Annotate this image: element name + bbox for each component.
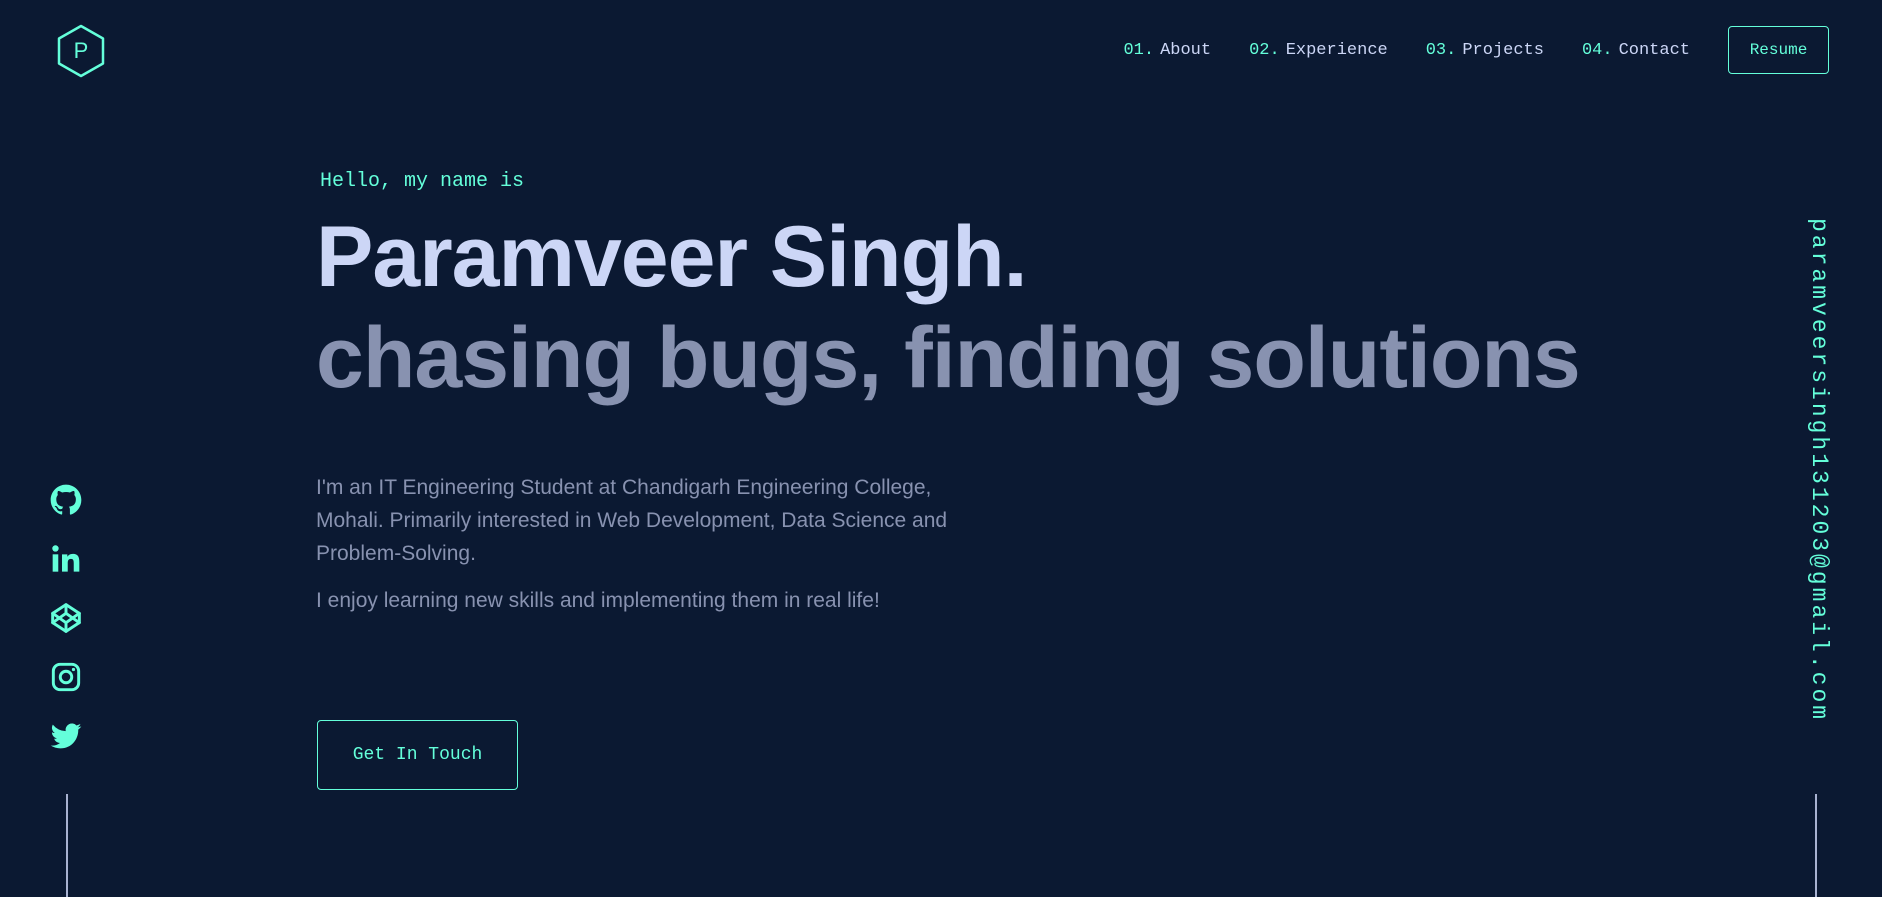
hero-tagline: chasing bugs, finding solutions [316,310,1581,406]
nav-item-number: 01. [1123,40,1155,60]
nav-item-label: Projects [1462,40,1544,60]
hero-description: I'm an IT Engineering Student at Chandig… [316,476,948,565]
hero-section: Hello, my name is Paramveer Singh. chasi… [316,170,1616,613]
nav-item-about[interactable]: 01. About [1123,41,1211,60]
linkedin-icon [52,545,80,572]
nav-item-experience[interactable]: 02. Experience [1249,41,1388,60]
hero-name: Paramveer Singh. [316,209,1028,305]
nav-item-number: 02. [1249,40,1280,60]
resume-button[interactable]: Resume [1728,26,1829,74]
codepen-icon [51,603,81,633]
instagram-link[interactable] [48,659,84,695]
github-link[interactable] [48,482,84,518]
nav-item-label: Experience [1285,40,1388,60]
nav-item-number: 04. [1581,40,1613,60]
left-vertical-divider [66,794,68,897]
github-icon [50,484,82,515]
hero-description-secondary: I enjoy learning new skills and implemen… [316,589,880,612]
email-sidebar: paramveersingh131203@gmail.com [1806,218,1832,758]
linkedin-link[interactable] [48,541,84,577]
logo-letter: P [73,38,89,63]
main-nav: 01. About 02. Experience 03. Projects 04. Co… [1123,26,1829,74]
nav-item-contact[interactable]: 04. Contact [1582,41,1690,60]
twitter-link[interactable] [48,718,84,754]
get-in-touch-button[interactable]: Get In Touch [317,720,518,790]
logo[interactable]: P [56,24,106,78]
social-links [48,482,84,777]
nav-item-projects[interactable]: 03. Projects [1426,41,1544,60]
nav-item-label: About [1160,40,1212,60]
nav-item-label: Contact [1618,40,1690,60]
right-vertical-divider [1815,794,1817,897]
email-link[interactable]: paramveersingh131203@gmail.com [1806,218,1832,722]
codepen-link[interactable] [48,600,84,636]
nav-item-number: 03. [1425,40,1457,60]
instagram-icon [51,662,81,692]
twitter-icon [50,723,82,749]
hero-intro: Hello, my name is [320,170,525,193]
